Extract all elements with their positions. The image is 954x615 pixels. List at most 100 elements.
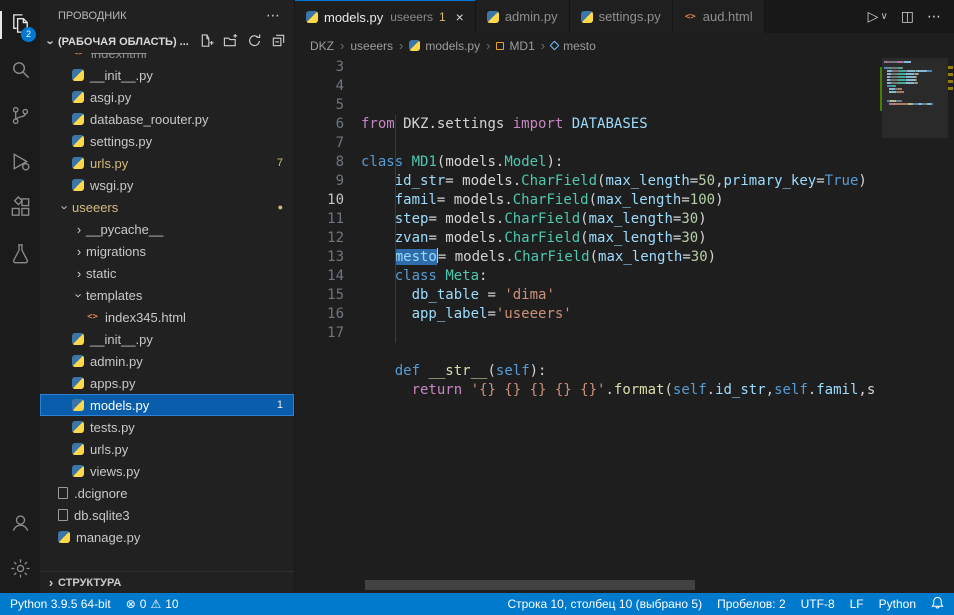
activity-source-control[interactable] [0,94,40,140]
tree-item-manage.py[interactable]: manage.py [40,526,294,548]
tree-item-__init__.py[interactable]: __init__.py [40,64,294,86]
status-bar: Python 3.9.5 64-bit ⊗ 0 ⚠ 10 Строка 10, … [0,593,954,615]
problems-status[interactable]: ⊗ 0 ⚠ 10 [126,593,179,615]
tree-item-models.py[interactable]: models.py1 [40,394,294,416]
refresh-icon[interactable] [247,33,262,51]
code-line[interactable]: def __str__(self): [361,362,954,381]
tree-item-label: db.sqlite3 [74,508,130,523]
line-number: 3 [295,58,344,77]
tree-item-db.sqlite3[interactable]: db.sqlite3 [40,504,294,526]
collapse-all-icon[interactable] [271,33,286,51]
tree-item-label: __init__.py [90,68,153,83]
tree-item-database_roouter.py[interactable]: database_roouter.py [40,108,294,130]
tree-item-admin.py[interactable]: admin.py [40,350,294,372]
code-line[interactable]: class MD1(models.Model): [361,153,954,172]
code-line[interactable]: mesto= models.CharField(max_length=30) [361,248,954,267]
line-number: 8 [295,153,344,172]
minimap[interactable] [884,58,946,106]
outline-section-header[interactable]: › СТРУКТУРА [40,571,294,593]
py-file-icon [72,333,84,345]
new-file-icon[interactable] [199,33,214,51]
tree-item-apps.py[interactable]: apps.py [40,372,294,394]
tab-models.py[interactable]: models.pyuseeers1× [295,0,476,33]
python-interpreter-status[interactable]: Python 3.9.5 64-bit [10,593,111,615]
eol-status[interactable]: LF [850,593,864,615]
tab-problems-badge: 1 [439,10,446,24]
code-line[interactable]: step= models.CharField(max_length=30) [361,210,954,229]
indentation-status[interactable]: Пробелов: 2 [717,593,786,615]
tree-item-indexhtml[interactable]: <>indexhtml [40,53,294,64]
activity-extensions[interactable] [0,186,40,232]
tree-item-.dcignore[interactable]: .dcignore [40,482,294,504]
tree-item-__pycache__[interactable]: ›__pycache__ [40,218,294,240]
status-right: Строка 10, столбец 10 (выбрано 5) Пробел… [507,593,944,615]
py-file-icon [72,399,84,411]
error-icon: ⊗ [126,597,136,611]
tab-settings.py[interactable]: settings.py [570,0,673,33]
tree-item-wsgi.py[interactable]: wsgi.py [40,174,294,196]
py-file-icon [72,465,84,477]
tab-label: settings.py [599,9,661,24]
encoding-status[interactable]: UTF-8 [801,593,835,615]
tree-item-templates[interactable]: ›templates [40,284,294,306]
horizontal-scrollbar[interactable] [365,580,695,590]
tree-item-__init__.py[interactable]: __init__.py [40,328,294,350]
code-area[interactable]: from DKZ.settings import DATABASES class … [361,58,954,593]
warning-icon: ⚠ [150,597,161,611]
tree-item-useeers[interactable]: ›useeers● [40,196,294,218]
tree-item-label: models.py [90,398,149,413]
activity-explorer[interactable]: 2 [0,2,40,48]
code-line[interactable]: db_table = 'dima' [361,286,954,305]
language-mode-status[interactable]: Python [879,593,916,615]
tree-item-tests.py[interactable]: tests.py [40,416,294,438]
tree-item-index345.html[interactable]: <>index345.html [40,306,294,328]
tree-item-urls.py[interactable]: urls.py [40,438,294,460]
html-file-icon: <> [72,53,85,60]
more-actions-icon[interactable]: ⋯ [927,8,941,25]
run-python-file-button[interactable]: ▷ ∨ [868,8,888,25]
line-number: 4 [295,77,344,96]
tree-item-static[interactable]: ›static [40,262,294,284]
tree-item-label: static [86,266,116,281]
activity-settings[interactable] [0,547,40,593]
tree-item-label: admin.py [90,354,143,369]
code-line[interactable] [361,324,954,343]
language-label: Python [879,597,916,611]
tree-item-views.py[interactable]: views.py [40,460,294,482]
notifications-bell[interactable] [931,593,944,615]
code-line[interactable]: zvan= models.CharField(max_length=30) [361,229,954,248]
code-line[interactable]: id_str= models.CharField(max_length=50,p… [361,172,954,191]
explorer-more-actions-icon[interactable]: ⋯ [266,7,280,24]
activity-testing[interactable] [0,232,40,278]
chevron-right-icon: › [44,575,58,590]
tree-item-settings.py[interactable]: settings.py [40,130,294,152]
tab-admin.py[interactable]: admin.py [476,0,570,33]
tree-item-urls.py[interactable]: urls.py7 [40,152,294,174]
new-folder-icon[interactable] [223,33,238,51]
breadcrumb-DKZ[interactable]: DKZ [310,39,334,53]
code-line[interactable] [361,134,954,153]
line-number: 11 [295,210,344,229]
breadcrumb-mesto[interactable]: mesto [551,39,596,53]
code-line[interactable]: from DKZ.settings import DATABASES [361,115,954,134]
code-line[interactable]: return '{} {} {} {} {}'.format(self.id_s… [361,381,954,400]
breadcrumb-useeers[interactable]: useeers [350,39,393,53]
activity-accounts[interactable] [0,501,40,547]
close-icon[interactable]: × [456,9,464,25]
activity-search[interactable] [0,48,40,94]
split-editor-icon[interactable]: ◫ [901,8,914,25]
code-line[interactable]: famil= models.CharField(max_length=100) [361,191,954,210]
code-line[interactable]: app_label='useeers' [361,305,954,324]
tab-aud.html[interactable]: <>aud.html [673,0,765,33]
workspace-label: (РАБОЧАЯ ОБЛАСТЬ) ... [58,36,189,48]
tree-item-asgi.py[interactable]: asgi.py [40,86,294,108]
code-line[interactable]: class Meta: [361,267,954,286]
breadcrumb-models.py[interactable]: models.py [409,39,480,53]
code-line[interactable] [361,343,954,362]
activity-run-debug[interactable] [0,140,40,186]
outline-label: СТРУКТУРА [58,577,121,589]
cursor-position-status[interactable]: Строка 10, столбец 10 (выбрано 5) [507,593,702,615]
tree-item-migrations[interactable]: ›migrations [40,240,294,262]
breadcrumb-MD1[interactable]: MD1 [496,39,534,53]
workspace-section-header[interactable]: › (РАБОЧАЯ ОБЛАСТЬ) ... [40,31,294,53]
